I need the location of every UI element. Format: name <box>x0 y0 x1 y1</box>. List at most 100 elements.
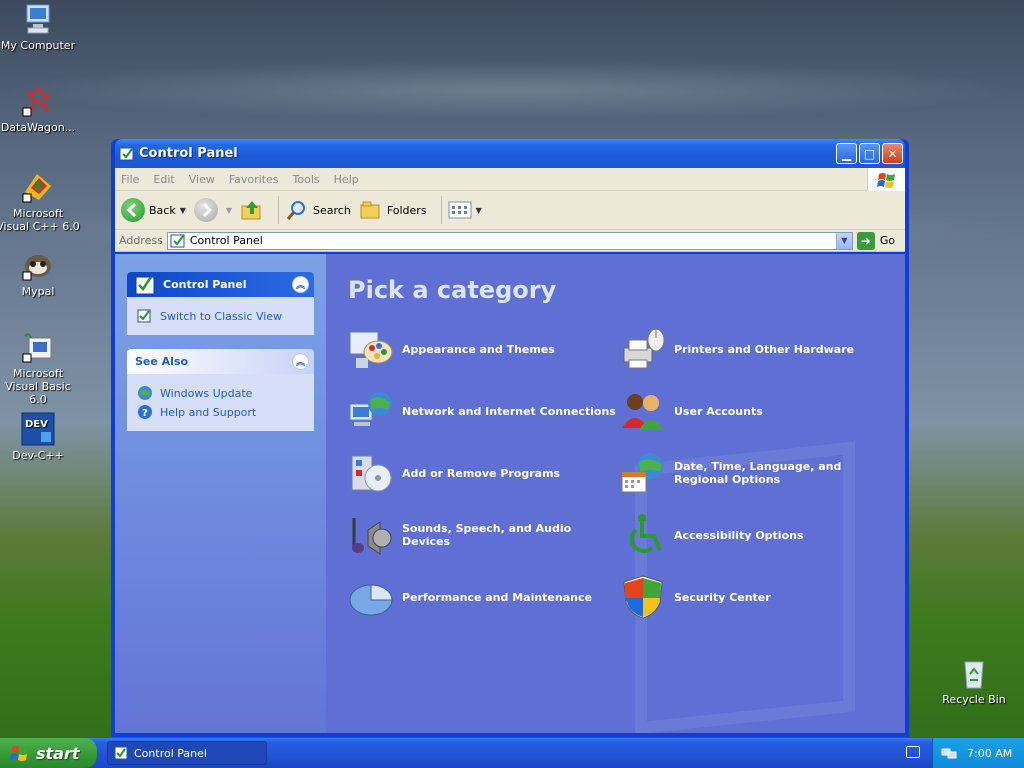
desktop-icon-dev-cpp[interactable]: DEV Dev-C++ <box>0 412 80 462</box>
minimize-button[interactable]: ▁ <box>836 143 857 164</box>
up-folder-icon <box>241 201 261 220</box>
desktop-icon-visual-basic[interactable]: Microsoft Visual Basic 6.0 <box>0 330 80 406</box>
security-shield-icon <box>623 575 663 619</box>
link-label: Switch to Classic View <box>160 309 283 323</box>
folders-button[interactable]: Folders <box>359 198 427 222</box>
desktop-icon-label: Microsoft Visual C++ 6.0 <box>0 207 80 233</box>
category-performance-maintenance[interactable]: Performance and Maintenance <box>348 574 620 620</box>
svg-text:DEV: DEV <box>25 419 48 430</box>
my-computer-icon <box>21 2 55 36</box>
folders-label: Folders <box>386 203 427 217</box>
desktop-icon-label: DataWagon... <box>0 121 76 134</box>
control-panel-icon <box>170 234 185 247</box>
collapse-icon[interactable]: ︽ <box>292 276 309 293</box>
up-folder-button[interactable] <box>240 198 264 222</box>
back-arrow-icon <box>121 198 145 222</box>
menu-edit[interactable]: Edit <box>153 173 174 186</box>
category-pane: Pick a category Appearance and Themes Pr… <box>326 254 905 733</box>
address-dropdown-icon[interactable]: ▼ <box>835 232 852 249</box>
panel-title: Control Panel <box>163 278 247 291</box>
control-panel-icon <box>135 275 155 294</box>
control-panel-panel: Control Panel ︽ Switch to Classic View <box>127 272 314 335</box>
control-panel-icon <box>114 746 128 760</box>
views-icon <box>448 201 472 219</box>
dev-cpp-icon: DEV <box>21 412 55 446</box>
recycle-bin-icon <box>957 656 991 690</box>
address-label: Address <box>119 234 163 247</box>
menu-favorites[interactable]: Favorites <box>229 173 279 186</box>
desktop-icon-visual-cpp[interactable]: Microsoft Visual C++ 6.0 <box>0 170 80 233</box>
keyboard-icon[interactable] <box>906 746 920 758</box>
desktop-icon-label: Microsoft Visual Basic 6.0 <box>5 367 71 406</box>
printer-icon <box>623 328 665 369</box>
collapse-icon[interactable]: ︽ <box>292 353 309 370</box>
add-remove-programs-icon <box>351 455 392 492</box>
category-sounds-speech-audio[interactable]: Sounds, Speech, and Audio Devices <box>348 512 620 558</box>
forward-arrow-icon <box>193 198 218 222</box>
forward-button[interactable]: ▼ <box>193 198 232 222</box>
datawagon-icon <box>21 84 55 118</box>
panel-header[interactable]: See Also ︽ <box>127 349 314 374</box>
address-value: Control Panel <box>189 234 263 247</box>
go-label: Go <box>879 234 896 247</box>
search-icon <box>286 201 306 220</box>
dropdown-arrow-icon[interactable]: ▼ <box>226 206 232 215</box>
svg-text:?: ? <box>142 408 148 419</box>
panel-header[interactable]: Control Panel ︽ <box>127 272 314 297</box>
close-button[interactable]: ✕ <box>882 143 903 164</box>
go-arrow-icon: ➜ <box>856 231 875 250</box>
accessibility-icon <box>629 514 662 554</box>
panel-title: See Also <box>135 355 189 368</box>
control-panel-icon <box>119 146 135 162</box>
category-user-accounts[interactable]: User Accounts <box>620 388 880 434</box>
taskbar: start Control Panel 7:00 AM <box>0 738 1024 768</box>
window-content: Control Panel ︽ Switch to Classic View S… <box>115 254 905 733</box>
clock[interactable]: 7:00 AM <box>967 747 1012 760</box>
dropdown-arrow-icon[interactable]: ▼ <box>180 206 186 215</box>
system-tray: 7:00 AM <box>932 738 1024 768</box>
watermark-graphic <box>635 441 855 733</box>
menu-tools[interactable]: Tools <box>293 173 320 186</box>
windows-logo-icon <box>10 746 28 761</box>
desktop-icon-mypal[interactable]: Mypal <box>0 248 80 298</box>
menu-help[interactable]: Help <box>334 173 359 186</box>
taskbar-button-control-panel[interactable]: Control Panel <box>107 741 267 765</box>
minimize-icon: ▁ <box>841 146 852 161</box>
start-label: start <box>36 743 80 763</box>
dropdown-arrow-icon[interactable]: ▼ <box>476 206 482 215</box>
desktop-icon-datawagon[interactable]: DataWagon... <box>0 84 80 134</box>
link-label: Help and Support <box>160 405 257 419</box>
views-button[interactable]: ▼ <box>448 200 482 220</box>
performance-pie-icon <box>349 584 393 616</box>
menu-file[interactable]: File <box>121 173 139 186</box>
back-button[interactable]: Back ▼ <box>121 198 186 222</box>
task-pane: Control Panel ︽ Switch to Classic View S… <box>115 254 326 733</box>
go-button[interactable]: ➜ Go <box>856 231 896 250</box>
link-label: Windows Update <box>160 386 253 400</box>
category-network-internet[interactable]: Network and Internet Connections <box>348 388 620 434</box>
desktop-icon-label: Dev-C++ <box>12 449 64 462</box>
network-globe-icon <box>349 392 392 426</box>
category-add-remove-programs[interactable]: Add or Remove Programs <box>348 450 620 496</box>
address-input[interactable]: Control Panel ▼ <box>166 231 853 250</box>
desktop-icon-my-computer[interactable]: My Computer <box>0 2 80 52</box>
category-appearance-themes[interactable]: Appearance and Themes <box>348 326 620 372</box>
desktop-icon-recycle-bin[interactable]: Recycle Bin <box>932 656 1016 706</box>
menu-view[interactable]: View <box>189 173 215 186</box>
help-support-link[interactable]: ? Help and Support <box>137 404 304 420</box>
sound-speaker-icon <box>352 518 392 555</box>
switch-classic-view-link[interactable]: Switch to Classic View <box>137 308 304 324</box>
category-printers-hardware[interactable]: Printers and Other Hardware <box>620 326 880 372</box>
help-icon: ? <box>138 405 152 419</box>
start-button[interactable]: start <box>0 738 97 768</box>
visual-cpp-icon <box>21 170 55 204</box>
search-button[interactable]: Search <box>285 198 351 222</box>
control-panel-icon <box>137 309 151 323</box>
window-title: Control Panel <box>139 146 238 161</box>
title-bar[interactable]: Control Panel ▁ □ ✕ <box>115 139 905 168</box>
date-time-globe-icon <box>621 453 663 493</box>
menu-bar: File Edit View Favorites Tools Help <box>115 168 905 191</box>
maximize-button[interactable]: □ <box>859 143 880 164</box>
windows-update-link[interactable]: Windows Update <box>137 385 304 401</box>
network-tray-icon[interactable] <box>941 746 957 760</box>
